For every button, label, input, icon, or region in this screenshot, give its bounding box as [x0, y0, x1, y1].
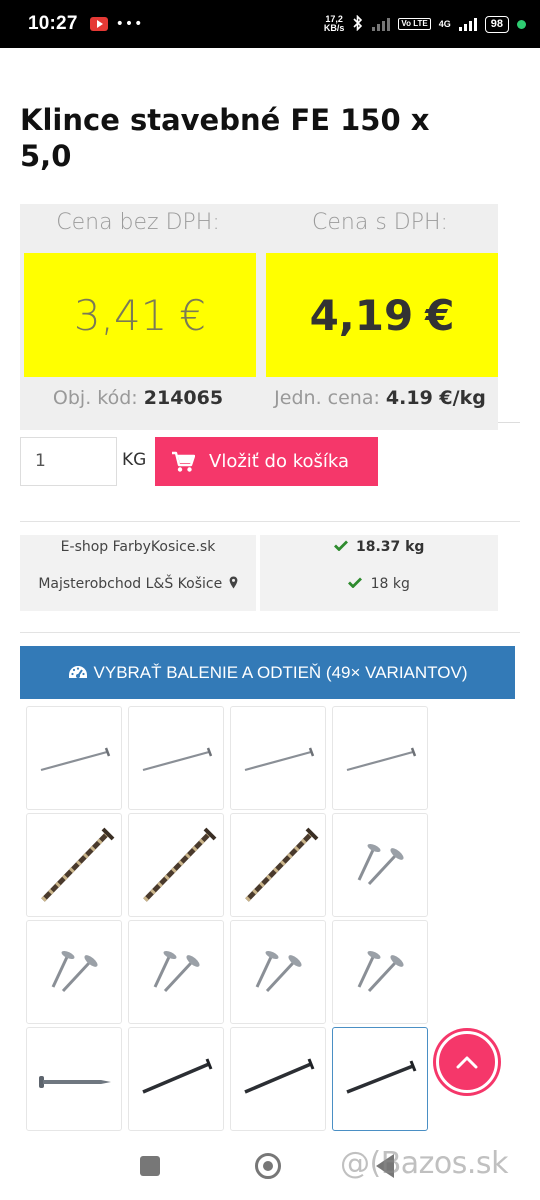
variant-tile[interactable] — [128, 706, 224, 810]
variant-tile[interactable] — [26, 706, 122, 810]
watermark: @(Bazos.sk — [340, 1146, 508, 1181]
map-marker-icon[interactable] — [229, 576, 238, 589]
variant-tile[interactable] — [230, 706, 326, 810]
divider — [20, 632, 520, 633]
stock-qty-value: 18 kg — [370, 576, 410, 592]
unit-price: Jedn. cena: 4.19 €/kg — [262, 387, 498, 409]
short-nails-thumbnail — [255, 950, 302, 993]
variant-tile[interactable] — [26, 813, 122, 917]
stock-qty-row: 18.37 kg — [260, 539, 498, 555]
variant-tile[interactable] — [128, 813, 224, 917]
nail-thumbnail — [39, 1076, 111, 1088]
unit-price-label: Jedn. cena: — [274, 387, 380, 409]
nail-thumbnail — [346, 747, 417, 772]
recent-apps-button[interactable] — [140, 1156, 160, 1176]
price-net-label: Cena bez DPH: — [56, 210, 220, 235]
dark-nail-thumbnail — [244, 1058, 315, 1094]
variant-tile[interactable] — [230, 920, 326, 1024]
dark-nail-thumbnail — [346, 1060, 417, 1094]
order-code: Obj. kód: 214065 — [20, 387, 256, 409]
check-icon — [348, 577, 363, 589]
variant-tile[interactable] — [26, 1027, 122, 1131]
short-nails-thumbnail — [357, 950, 404, 993]
select-variant-label: VYBRAŤ BALENIE A ODTIEŇ (49× VARIANTOV) — [93, 662, 468, 682]
stock-qty-row: 18 kg — [260, 576, 498, 592]
stock-qty-column: 18.37 kg 18 kg — [260, 535, 498, 611]
home-button[interactable] — [255, 1153, 281, 1179]
price-net-value: 3,41 — [73, 290, 168, 340]
variant-tile[interactable] — [230, 1027, 326, 1131]
privacy-indicator-icon — [517, 19, 526, 29]
battery-indicator: 98 — [484, 15, 509, 33]
divider — [20, 521, 520, 522]
quantity-unit: KG — [122, 450, 147, 470]
short-nails-thumbnail — [153, 950, 200, 993]
network-speed: 17,2 KB/s — [324, 15, 345, 33]
quantity-input[interactable]: 1 — [20, 437, 117, 486]
add-to-cart-button[interactable]: Vložiť do košíka — [155, 437, 378, 486]
select-variant-button[interactable]: VYBRAŤ BALENIE A ODTIEŇ (49× VARIANTOV) — [20, 646, 515, 699]
short-nails-thumbnail — [357, 843, 404, 886]
short-nails-thumbnail — [51, 950, 98, 993]
youtube-notification-icon — [89, 17, 108, 31]
variant-tile-selected[interactable] — [332, 1027, 428, 1131]
variant-tile[interactable] — [128, 920, 224, 1024]
price-gross-box: 4,19 € — [266, 253, 498, 377]
nail-thumbnail — [40, 747, 111, 772]
unit-price-value: 4.19 €/kg — [385, 387, 486, 409]
volte-badge: Vo LTE — [398, 18, 431, 30]
signal-2-icon — [458, 17, 477, 31]
ringed-nail-thumbnail — [41, 827, 115, 902]
add-to-cart-label: Vložiť do košíka — [209, 451, 350, 472]
variant-tile[interactable] — [128, 1027, 224, 1131]
network-speed-unit: KB/s — [323, 23, 345, 33]
variant-tile[interactable] — [230, 813, 326, 917]
ringed-nail-thumbnail — [143, 827, 217, 902]
price-table: Cena bez DPH: 3,41 € Obj. kód: 214065 Ce… — [20, 204, 498, 430]
stock-store-name: Majsterobchod L&Š Košice — [38, 576, 223, 592]
price-net-currency: € — [179, 290, 207, 340]
variant-tile[interactable] — [332, 706, 428, 810]
order-code-value: 214065 — [143, 387, 224, 409]
divider — [498, 422, 520, 423]
price-net-column: Cena bez DPH: 3,41 € Obj. kód: 214065 — [20, 204, 256, 430]
price-net-box: 3,41 € — [24, 253, 256, 377]
stock-qty-value: 18.37 kg — [355, 539, 425, 555]
check-icon — [333, 540, 348, 552]
nail-thumbnail — [142, 747, 213, 772]
stock-store-name: E-shop FarbyKosice.sk — [60, 539, 216, 555]
status-bar: 10:27 ••• 17,2 KB/s Vo LTE 4G 98 — [0, 0, 540, 48]
stock-store-row: Majsterobchod L&Š Košice — [20, 576, 256, 592]
variant-tile[interactable] — [332, 920, 428, 1024]
bluetooth-icon — [352, 14, 364, 34]
status-time: 10:27 — [28, 13, 78, 34]
more-notifications-icon: ••• — [115, 16, 144, 32]
variant-tile[interactable] — [26, 920, 122, 1024]
price-gross-label: Cena s DPH: — [312, 210, 448, 235]
price-gross-value: 4,19 — [309, 290, 414, 340]
variant-tile[interactable] — [332, 813, 428, 917]
navigation-bar: @(Bazos.sk — [0, 1138, 540, 1200]
stock-stores-column: E-shop FarbyKosice.sk Majsterobchod L&Š … — [20, 535, 256, 611]
price-gross-currency: € — [425, 290, 455, 340]
signal-1-icon — [372, 17, 391, 31]
product-title: Klince stavebné FE 150 x 5,0 — [20, 103, 430, 173]
price-gross-column: Cena s DPH: 4,19 € Jedn. cena: 4.19 €/kg — [262, 204, 498, 430]
cart-icon — [172, 451, 195, 472]
network-type: 4G — [438, 19, 451, 29]
chevron-up-icon — [456, 1056, 478, 1069]
dark-nail-thumbnail — [142, 1058, 213, 1094]
scroll-to-top-button[interactable] — [436, 1031, 498, 1093]
dashboard-icon — [68, 665, 87, 678]
order-code-label: Obj. kód: — [52, 387, 138, 409]
stock-table: E-shop FarbyKosice.sk Majsterobchod L&Š … — [20, 535, 498, 611]
nail-thumbnail — [244, 747, 315, 772]
ringed-nail-thumbnail — [245, 827, 319, 902]
